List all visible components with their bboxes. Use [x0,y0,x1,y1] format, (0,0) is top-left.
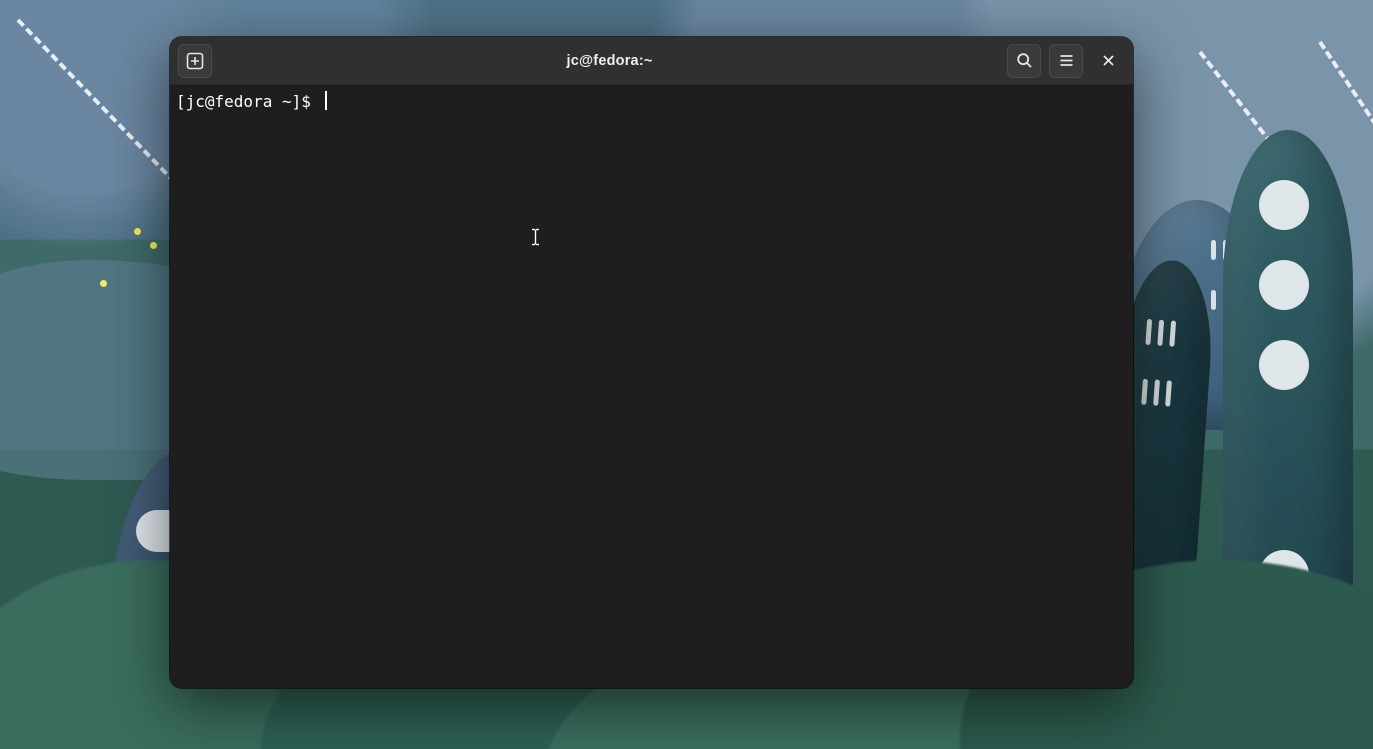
window-title: jc@fedora:~ [220,53,999,69]
hamburger-menu-icon [1058,52,1075,69]
plus-square-icon [186,52,204,70]
search-icon [1016,52,1033,69]
terminal-viewport[interactable]: [jc@fedora ~]$ [170,85,1133,688]
window-titlebar[interactable]: jc@fedora:~ [170,37,1133,85]
shell-prompt: [jc@fedora ~]$ [176,92,321,111]
text-cursor [325,91,327,110]
menu-button[interactable] [1049,44,1083,78]
close-icon [1101,53,1116,68]
new-tab-button[interactable] [178,44,212,78]
close-button[interactable] [1091,44,1125,78]
mouse-pointer-ibeam [531,184,540,202]
terminal-window: jc@fedora:~ [170,37,1133,688]
search-button[interactable] [1007,44,1041,78]
